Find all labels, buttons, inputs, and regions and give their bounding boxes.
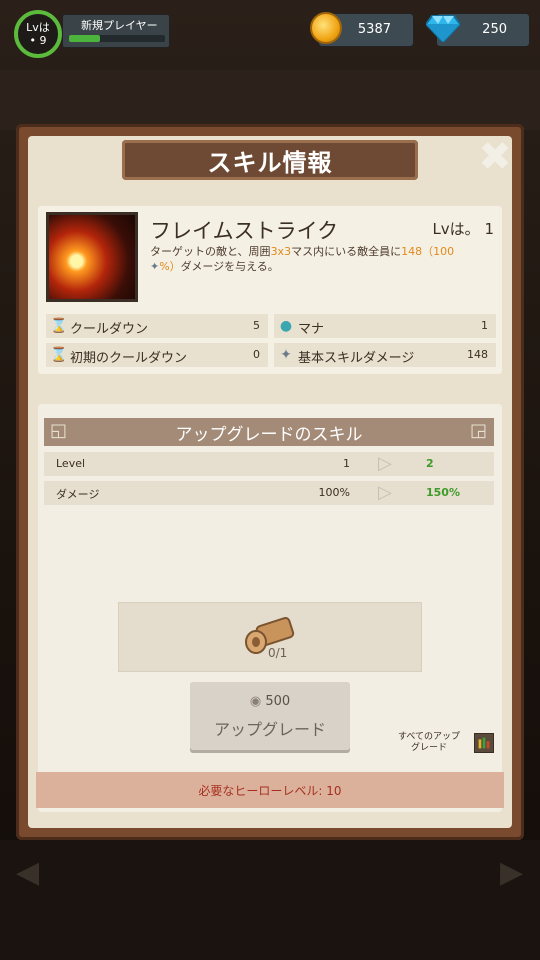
upgrade-row-level: Level 1 ▷ 2 <box>44 452 494 476</box>
stat-label: クールダウン <box>70 322 149 337</box>
desc-part3: ダメージを与える。 <box>180 260 279 273</box>
stat-value: 0 <box>253 348 260 361</box>
player-name-plate[interactable]: 新規プレイヤー <box>62 14 170 48</box>
damage-icon: ✦ <box>150 260 160 273</box>
stat-label: 基本スキルダメージ <box>298 351 415 366</box>
mana-potion-icon: ● <box>279 318 293 334</box>
stat-value: 1 <box>481 319 488 332</box>
hourglass-icon: ⌛ <box>50 347 68 363</box>
gold-coin-icon <box>310 12 342 44</box>
spiral-ornament-icon: ◱ <box>50 420 68 441</box>
material-count: 0/1 <box>268 646 288 660</box>
upgrade-cost-value: 500 <box>265 694 291 709</box>
player-name: 新規プレイヤー <box>81 19 158 32</box>
play-arrow-icon: ▷ <box>378 453 392 474</box>
upgrade-header: アップグレードのスキル <box>44 418 494 446</box>
background-bottom-bar <box>0 840 540 960</box>
level-value: • 9 <box>29 34 47 47</box>
row-label: ダメージ <box>56 488 100 501</box>
all-upgrades-line1: すべてのアップ <box>397 732 460 742</box>
row-next: 150% <box>426 486 460 499</box>
damage-icon: ✦ <box>280 347 292 363</box>
stat-initial-cooldown: ⌛ 初期のクールダウン 0 <box>46 343 268 367</box>
xp-bar-fill <box>69 35 100 42</box>
row-next: 2 <box>426 457 434 470</box>
row-current: 1 <box>343 457 350 470</box>
dialog-title: スキル情報 <box>122 140 418 180</box>
bar-chart-icon[interactable] <box>474 733 494 753</box>
coin-icon: ◉ <box>249 694 262 709</box>
desc-percent-end: %） <box>159 260 181 273</box>
stat-mana: ● マナ 1 <box>274 314 496 338</box>
stat-cooldown: ⌛ クールダウン 5 <box>46 314 268 338</box>
skill-description: ターゲットの敵と、周囲3x3マス内にいる敵全員に148（100 ✦%）ダメージを… <box>150 244 488 274</box>
all-upgrades-label[interactable]: すべてのアップ グレード <box>386 732 472 754</box>
gem-value: 250 <box>482 22 507 37</box>
required-hero-level: 必要なヒーローレベル: 10 <box>36 772 504 808</box>
stat-label: 初期のクールダウン <box>70 351 188 366</box>
background-band <box>0 70 540 130</box>
stat-base-damage: ✦ 基本スキルダメージ 148 <box>274 343 496 367</box>
top-hud: Lvは • 9 新規プレイヤー 5387 250 <box>0 0 540 64</box>
stat-value: 148 <box>467 348 488 361</box>
spiral-ornament-icon: ◲ <box>470 420 488 441</box>
right-arrow-icon: ▶ <box>500 855 524 890</box>
fireball-skill-icon <box>46 212 138 302</box>
skill-name: フレイムストライク <box>150 219 339 243</box>
all-upgrades-line2: グレード <box>410 743 447 753</box>
upgrade-button[interactable]: ◉ 500 アップグレード <box>190 682 350 750</box>
upgrade-row-damage: ダメージ 100% ▷ 150% <box>44 481 494 505</box>
level-label: Lvは <box>26 21 50 34</box>
diamond-icon <box>426 15 460 42</box>
player-level-badge[interactable]: Lvは • 9 <box>14 10 62 58</box>
desc-part1: ターゲットの敵と、周囲 <box>150 245 271 258</box>
desc-part2: マス内にいる敵全員に <box>291 245 402 258</box>
play-arrow-icon: ▷ <box>378 482 392 503</box>
upgrade-button-label: アップグレード <box>213 720 326 739</box>
stat-value: 5 <box>253 319 260 332</box>
stat-label: マナ <box>298 322 325 337</box>
left-arrow-icon: ◀ <box>16 855 40 890</box>
upgrade-cost: ◉ 500 <box>190 694 350 709</box>
skill-level: Lvは。 1 <box>432 220 494 238</box>
row-label: Level <box>56 457 86 470</box>
xp-bar <box>69 35 165 42</box>
row-current: 100% <box>318 486 350 499</box>
close-icon[interactable]: ✖ <box>478 137 512 177</box>
desc-percent: 148（100 <box>401 245 455 258</box>
gold-value: 5387 <box>357 22 391 37</box>
hourglass-icon: ⌛ <box>50 318 68 334</box>
desc-area: 3x3 <box>270 245 292 258</box>
